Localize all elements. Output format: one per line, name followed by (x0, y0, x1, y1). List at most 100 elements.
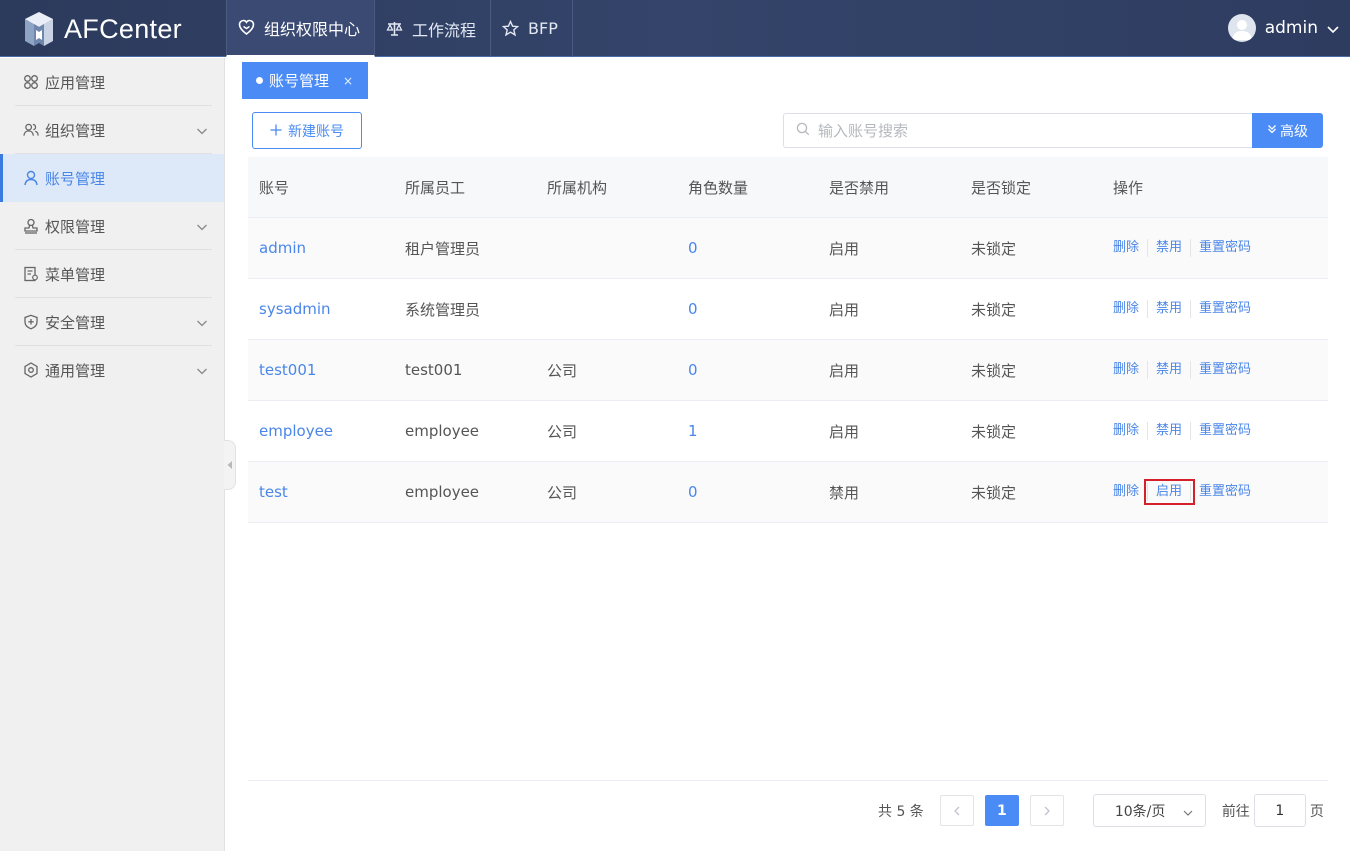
topnav-workflow[interactable]: 工作流程 (375, 0, 492, 57)
toggle-enable-button[interactable]: 禁用 (1148, 422, 1192, 440)
delete-button[interactable]: 删除 (1113, 239, 1149, 257)
topnav-org-permission-center[interactable]: 组织权限中心 (226, 0, 376, 57)
chevron-down-icon (1183, 806, 1193, 816)
role-count-link[interactable]: 0 (677, 483, 818, 501)
chevron-down-icon (196, 219, 208, 231)
row-actions: 删除 禁用 重置密码 (1102, 361, 1328, 379)
header-employee[interactable]: 所属员工 (394, 177, 536, 198)
user-name: admin (1264, 18, 1318, 38)
sidebar-item-permissions[interactable]: 权限管理 (0, 202, 224, 250)
page-unit-label: 页 (1309, 803, 1324, 820)
reset-password-button[interactable]: 重置密码 (1191, 300, 1259, 318)
goto-page-input[interactable] (1253, 794, 1306, 827)
tab-account-management[interactable]: 账号管理 × (242, 62, 368, 99)
employee-cell: employee (405, 422, 480, 440)
header-role-count[interactable]: 角色数量 (677, 177, 818, 198)
employee-cell: 租户管理员 (405, 239, 481, 258)
new-account-button[interactable]: 新建账号 (252, 112, 362, 149)
sidebar-item-org[interactable]: 组织管理 (0, 106, 224, 154)
advanced-label: 高级 (1280, 123, 1308, 140)
divider (248, 780, 1328, 781)
sidebar-collapse-handle[interactable] (224, 440, 236, 490)
reset-password-button[interactable]: 重置密码 (1191, 361, 1259, 379)
reset-password-button[interactable]: 重置密码 (1191, 239, 1259, 257)
next-page-button[interactable] (1029, 795, 1064, 826)
org-cell: 公司 (547, 361, 578, 380)
account-link[interactable]: employee (248, 422, 394, 440)
employee-cell: 系统管理员 (405, 300, 481, 319)
locked-status: 未锁定 (971, 483, 1017, 502)
delete-button[interactable]: 删除 (1113, 483, 1149, 501)
menu-doc-icon (23, 266, 39, 282)
row-actions: 删除 禁用 重置密码 (1102, 422, 1328, 440)
sidebar-item-label: 应用管理 (45, 73, 106, 92)
logo-icon (22, 11, 56, 47)
toggle-enable-button[interactable]: 禁用 (1148, 361, 1192, 379)
chevron-down-icon (196, 363, 208, 375)
header-locked[interactable]: 是否锁定 (960, 177, 1102, 198)
employee-cell: test001 (405, 361, 463, 379)
page-size-select[interactable]: 10条/页 (1092, 794, 1206, 827)
close-icon[interactable]: × (343, 74, 353, 88)
header-actions: 操作 (1113, 178, 1144, 197)
sidebar: 应用管理 组织管理 账号管理 权限管理 菜单管理 安全管理 通用管理 (0, 58, 225, 851)
header-org[interactable]: 所属机构 (536, 177, 677, 198)
tab-bar: 账号管理 × (226, 58, 1350, 100)
account-link[interactable]: sysadmin (248, 300, 394, 318)
delete-button[interactable]: 删除 (1113, 422, 1149, 440)
sidebar-item-accounts[interactable]: 账号管理 (0, 154, 224, 202)
page-number-current[interactable]: 1 (984, 795, 1019, 826)
enable-button-highlighted[interactable]: 启用 (1144, 479, 1196, 505)
table-row: sysadmin 系统管理员 0 启用 未锁定 删除 禁用 重置密码 (248, 279, 1328, 340)
page-size-value: 10条/页 (1114, 803, 1166, 820)
org-cell: 公司 (547, 483, 578, 502)
sidebar-item-label: 账号管理 (45, 169, 106, 188)
user-menu[interactable]: admin (1227, 14, 1340, 42)
search-input[interactable] (818, 121, 1238, 140)
prev-page-button[interactable] (939, 795, 974, 826)
table-body: admin 租户管理员 0 启用 未锁定 删除 禁用 重置密码 sysadmin… (248, 218, 1328, 523)
locked-status: 未锁定 (971, 300, 1017, 319)
locked-status: 未锁定 (971, 239, 1017, 258)
sidebar-item-apps[interactable]: 应用管理 (0, 58, 224, 106)
sidebar-item-general[interactable]: 通用管理 (0, 346, 224, 394)
header-disabled[interactable]: 是否禁用 (818, 177, 960, 198)
toggle-enable-button[interactable]: 禁用 (1148, 239, 1192, 257)
account-link[interactable]: admin (248, 239, 394, 257)
role-count-link[interactable]: 0 (677, 300, 818, 318)
sidebar-item-security[interactable]: 安全管理 (0, 298, 224, 346)
disabled-status: 禁用 (829, 483, 860, 502)
role-count-link[interactable]: 1 (677, 422, 818, 440)
delete-button[interactable]: 删除 (1113, 300, 1149, 318)
topnav-bfp[interactable]: BFP (491, 0, 573, 57)
toggle-enable-button[interactable]: 禁用 (1148, 300, 1192, 318)
sidebar-item-menus[interactable]: 菜单管理 (0, 250, 224, 298)
active-dot (256, 77, 263, 84)
new-account-label: 新建账号 (288, 123, 344, 140)
locked-status: 未锁定 (971, 361, 1017, 380)
account-link[interactable]: test (248, 483, 394, 501)
grid-icon (23, 74, 39, 90)
top-nav: 组织权限中心 工作流程 BFP (226, 0, 573, 57)
advanced-search-button[interactable]: 高级 (1252, 113, 1323, 148)
table-row: test employee 公司 0 禁用 未锁定 删除 启用 重置密码 (248, 462, 1328, 523)
reset-password-button[interactable]: 重置密码 (1191, 422, 1259, 440)
app-logo[interactable]: AFCenter (22, 11, 182, 47)
account-link[interactable]: test001 (248, 361, 394, 379)
topnav-label: 工作流程 (412, 20, 477, 40)
header-account[interactable]: 账号 (248, 177, 394, 198)
delete-button[interactable]: 删除 (1113, 361, 1149, 379)
employee-cell: employee (405, 483, 480, 501)
sidebar-item-label: 组织管理 (45, 121, 106, 140)
role-count-link[interactable]: 0 (677, 361, 818, 379)
reset-password-button[interactable]: 重置密码 (1191, 483, 1259, 501)
role-count-link[interactable]: 0 (677, 239, 818, 257)
heart-shield-icon (237, 19, 255, 37)
sidebar-item-label: 权限管理 (45, 217, 106, 236)
stamp-icon (23, 218, 39, 234)
row-actions: 删除 禁用 重置密码 (1102, 300, 1328, 318)
chevron-down-icon (196, 123, 208, 135)
chevron-right-icon (1044, 806, 1050, 815)
table-row: admin 租户管理员 0 启用 未锁定 删除 禁用 重置密码 (248, 218, 1328, 279)
topnav-label: BFP (528, 19, 558, 38)
